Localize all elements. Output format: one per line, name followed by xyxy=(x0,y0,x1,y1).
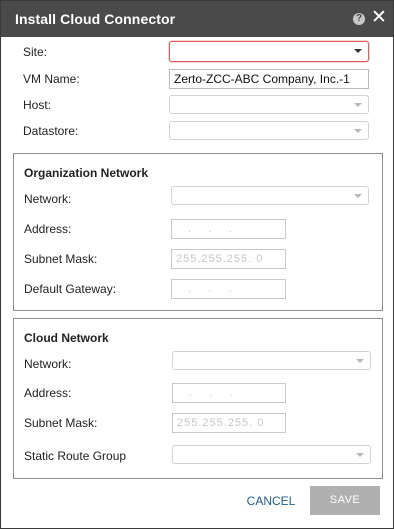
organization-network-title: Organization Network xyxy=(24,166,149,180)
static-route-group-select[interactable] xyxy=(172,445,371,464)
org-network-select[interactable] xyxy=(171,186,369,205)
org-subnet-input[interactable]: 255.255.255. 0 xyxy=(171,249,286,269)
host-select[interactable] xyxy=(169,95,369,114)
dialog-titlebar: Install Cloud Connector ? ✕ xyxy=(1,1,393,37)
install-cloud-connector-dialog: Install Cloud Connector ? ✕ Site: VM Nam… xyxy=(0,0,394,529)
save-button[interactable]: SAVE xyxy=(310,486,380,515)
org-network-label: Network: xyxy=(24,192,72,206)
close-icon[interactable]: ✕ xyxy=(371,8,387,27)
cloud-subnet-input[interactable]: 255.255.255. 0 xyxy=(172,413,286,433)
cloud-network-label: Network: xyxy=(24,357,72,371)
cloud-network-title: Cloud Network xyxy=(24,331,109,345)
cloud-address-label: Address: xyxy=(24,386,72,400)
chevron-down-icon xyxy=(356,359,364,363)
org-gateway-input[interactable]: . . . xyxy=(171,279,286,299)
site-select[interactable] xyxy=(169,41,369,62)
cloud-subnet-label: Subnet Mask: xyxy=(24,416,98,430)
org-address-input[interactable]: . . . xyxy=(171,219,286,239)
org-subnet-label: Subnet Mask: xyxy=(24,252,98,266)
cloud-network-select[interactable] xyxy=(172,351,371,370)
chevron-down-icon xyxy=(356,453,364,457)
cloud-address-input[interactable]: . . . xyxy=(172,383,286,403)
host-label: Host: xyxy=(23,98,52,112)
vm-name-input[interactable]: Zerto-ZCC-ABC Company, Inc.-1 xyxy=(169,69,369,89)
cancel-button[interactable]: CANCEL xyxy=(237,487,305,515)
site-label: Site: xyxy=(23,45,48,59)
datastore-select[interactable] xyxy=(169,121,369,140)
help-icon[interactable]: ? xyxy=(353,13,365,25)
chevron-down-icon xyxy=(354,49,362,53)
dialog-title: Install Cloud Connector xyxy=(15,11,176,27)
vm-name-label: VM Name: xyxy=(23,72,80,86)
datastore-label: Datastore: xyxy=(23,124,79,138)
chevron-down-icon xyxy=(354,103,362,107)
chevron-down-icon xyxy=(354,129,362,133)
chevron-down-icon xyxy=(354,194,362,198)
org-address-label: Address: xyxy=(24,222,72,236)
static-route-group-label: Static Route Group xyxy=(24,449,127,463)
org-gateway-label: Default Gateway: xyxy=(24,282,117,296)
